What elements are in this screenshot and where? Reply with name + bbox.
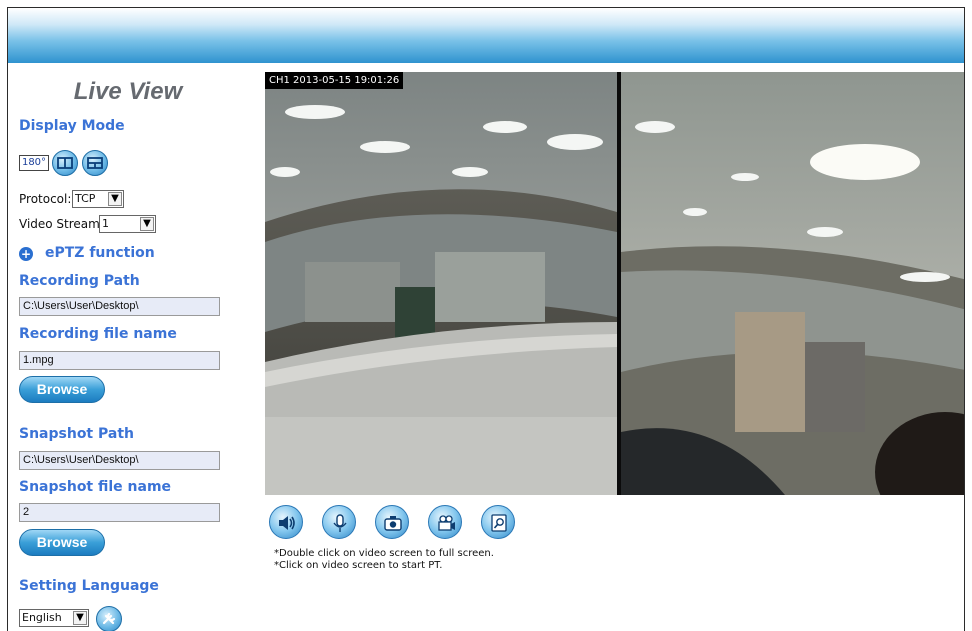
video-stream-select[interactable]: 1 ▼ (99, 215, 156, 233)
recording-browse-button[interactable]: Browse (19, 376, 105, 403)
protocol-select[interactable]: TCP ▼ (72, 190, 124, 208)
microphone-button[interactable] (322, 505, 356, 539)
recording-file-field[interactable]: 1.mpg (19, 351, 220, 370)
page-title: Live View (73, 78, 183, 105)
microphone-icon (333, 514, 347, 532)
language-heading: Setting Language (19, 578, 159, 594)
wrench-icon (102, 612, 116, 625)
camera-snapshot-icon (384, 516, 402, 531)
language-value: English (22, 611, 62, 624)
speaker-icon (279, 516, 295, 530)
audio-button[interactable] (269, 505, 303, 539)
chevron-down-icon: ▼ (140, 217, 154, 231)
language-select[interactable]: English ▼ (19, 609, 89, 627)
eptz-expand-icon[interactable]: + (19, 247, 33, 261)
video-stream-label: Video Stream: (19, 217, 104, 231)
video-record-icon (438, 515, 455, 531)
snapshot-file-heading: Snapshot file name (19, 479, 172, 495)
video-stream-value: 1 (102, 217, 109, 230)
protocol-label: Protocol: (19, 192, 72, 206)
header-bar (8, 8, 964, 63)
help-note-fullscreen: *Double click on video screen to full sc… (274, 548, 494, 559)
view-180-button[interactable]: 180° (19, 155, 49, 171)
split-view-button[interactable] (52, 150, 78, 176)
eptz-function-link[interactable]: ePTZ function (45, 245, 155, 261)
quad-view-button[interactable] (82, 150, 108, 176)
zoom-button[interactable] (481, 505, 515, 539)
display-mode-heading: Display Mode (19, 118, 125, 134)
video-timestamp-overlay: CH1 2013-05-15 19:01:26 (265, 72, 404, 89)
video-screen[interactable]: CH1 2013-05-15 19:01:26 (265, 72, 964, 495)
snapshot-path-heading: Snapshot Path (19, 426, 134, 442)
quad-view-icon (87, 157, 103, 169)
zoom-search-icon (491, 514, 507, 532)
split-view-icon (57, 157, 73, 169)
record-button[interactable] (428, 505, 462, 539)
recording-path-field[interactable]: C:\Users\User\Desktop\ (19, 297, 220, 316)
view-180-label: 180° (21, 157, 47, 168)
snapshot-button[interactable] (375, 505, 409, 539)
chevron-down-icon: ▼ (73, 611, 87, 625)
language-apply-button[interactable] (96, 606, 122, 631)
recording-file-heading: Recording file name (19, 326, 177, 342)
snapshot-file-field[interactable]: 2 (19, 503, 220, 522)
recording-path-heading: Recording Path (19, 273, 140, 289)
snapshot-browse-button[interactable]: Browse (19, 529, 105, 556)
protocol-value: TCP (75, 192, 96, 205)
chevron-down-icon: ▼ (108, 192, 122, 206)
camera-feed-image (265, 72, 964, 495)
app-frame: Live View Display Mode 180° Protocol: TC… (7, 7, 965, 631)
snapshot-path-field[interactable]: C:\Users\User\Desktop\ (19, 451, 220, 470)
help-note-pt: *Click on video screen to start PT. (274, 560, 443, 571)
